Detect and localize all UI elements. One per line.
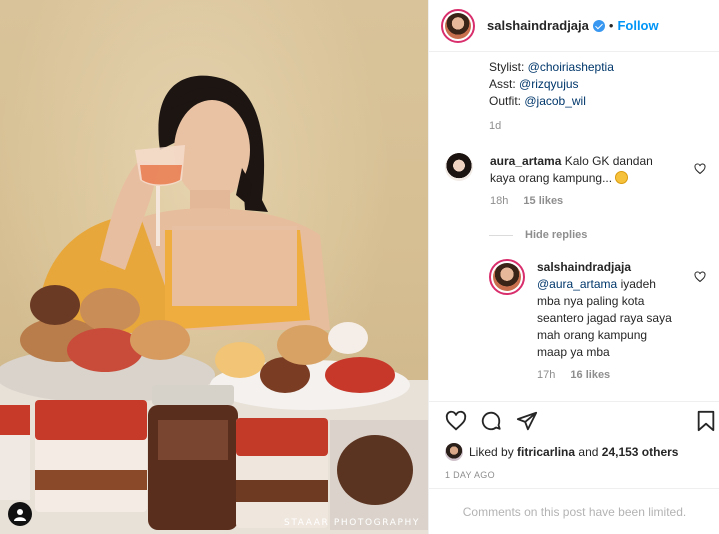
caption-label: Stylist: [489,60,528,74]
user-tag-icon[interactable] [8,502,32,526]
heart-icon[interactable] [445,410,467,432]
likes-prefix: Liked by [469,445,518,459]
hide-replies-button[interactable]: Hide replies [489,229,587,241]
post-date[interactable]: 1 DAY AGO [445,470,495,480]
heart-icon[interactable] [694,163,706,175]
comment-likes[interactable]: 15 likes [523,195,563,207]
caption-label: Asst: [489,77,520,91]
caption-line: Asst: @rizqyujus [489,76,614,93]
reply-username[interactable]: salshaindradjaja [537,260,631,274]
comments-list[interactable]: Stylist: @choiriasheptia Asst: @rizqyuju… [429,53,719,400]
caption-time: 1d [489,120,502,132]
reply-mention[interactable]: @aura_artama [537,277,617,291]
avatar[interactable] [441,8,475,43]
post-header: salshaindradjaja • Follow [429,0,719,52]
avatar[interactable] [445,443,463,461]
hide-replies-label: Hide replies [525,229,588,241]
avatar[interactable] [489,259,525,295]
photo-scene [0,75,428,534]
caption: Stylist: @choiriasheptia Asst: @rizqyuju… [489,53,614,135]
reply-meta: 17h 16 likes [537,369,679,381]
comment-meta: 18h 15 likes [490,195,680,207]
caption-mention[interactable]: @rizqyujus [519,77,579,91]
smile-emoji-icon [615,171,629,184]
comments-limited-notice: Comments on this post have been limited. [429,488,719,534]
caption-mention[interactable]: @choiriasheptia [528,60,614,74]
comment-text: aura_artama Kalo GK dandan kaya orang ka… [490,153,680,187]
comment-time: 18h [490,195,509,207]
reply-time: 17h [537,369,556,381]
likes-middle: and [575,445,602,459]
header-username[interactable]: salshaindradjaja [487,18,589,33]
comment-username[interactable]: aura_artama [490,154,561,168]
liked-by: Liked by fitricarlina and 24,153 others [445,443,678,461]
post-panel: salshaindradjaja • Follow Stylist: @choi… [428,0,719,534]
comment-icon[interactable] [480,410,502,432]
photo-credit: STAAAR PHOTOGRAPHY [284,518,420,528]
header-separator: • [608,18,614,33]
divider [489,234,513,236]
avatar[interactable] [445,153,473,181]
reply-text: salshaindradjaja @aura_artama iyadeh mba… [537,259,679,361]
comment-item: aura_artama Kalo GK dandan kaya orang ka… [445,153,685,207]
caption-line: Outfit: @jacob_wil [489,93,614,110]
caption-line: Stylist: @choiriasheptia [489,59,614,76]
verified-badge-icon [592,19,605,32]
likes-user[interactable]: fitricarlina [517,445,575,459]
caption-mention[interactable]: @jacob_wil [524,94,586,108]
heart-icon[interactable] [694,271,706,283]
share-icon[interactable] [516,410,538,432]
action-bar [429,401,719,441]
follow-button[interactable]: Follow [617,18,658,33]
reply-likes[interactable]: 16 likes [570,369,610,381]
post-photo[interactable]: STAAAR PHOTOGRAPHY [0,0,428,534]
caption-label: Outfit: [489,94,525,108]
reply-item: salshaindradjaja @aura_artama iyadeh mba… [489,259,689,381]
likes-count[interactable]: 24,153 others [602,445,679,459]
bookmark-icon[interactable] [696,410,716,432]
